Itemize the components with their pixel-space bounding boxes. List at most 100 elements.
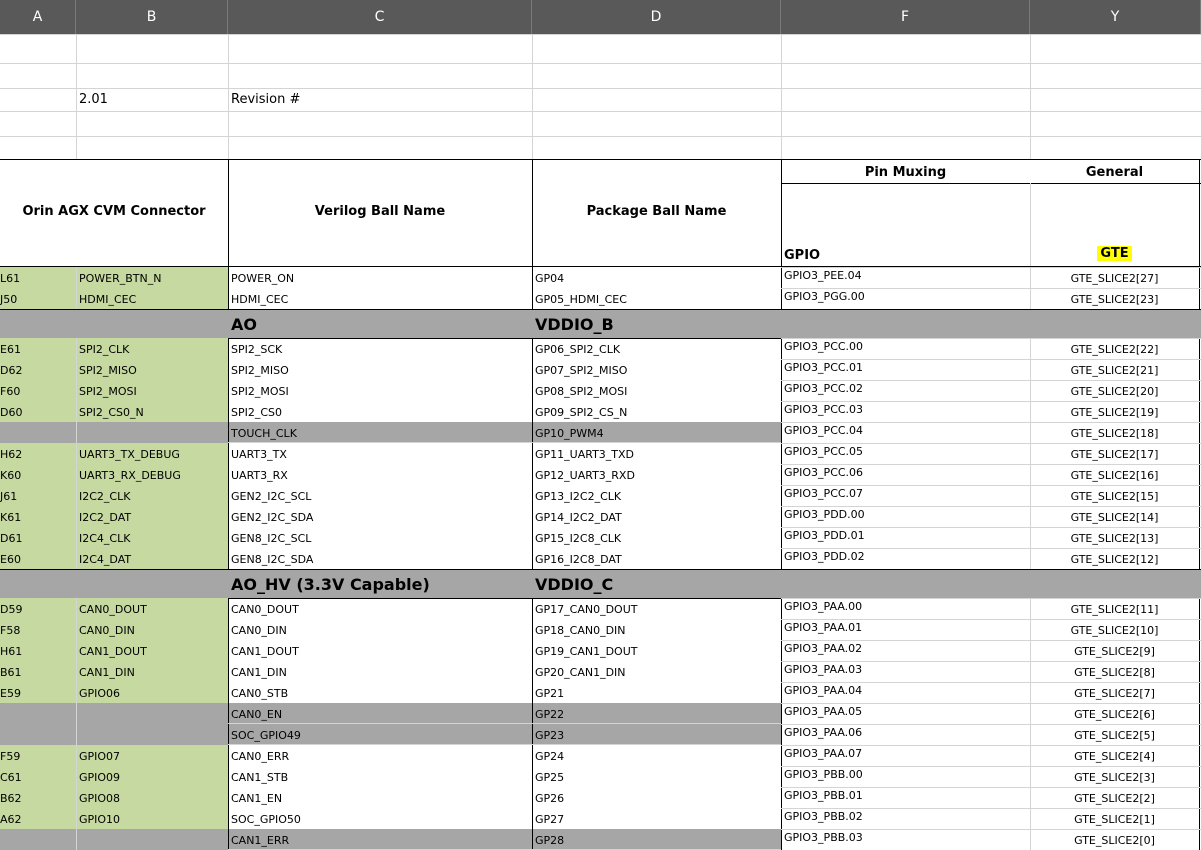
revision-value[interactable]: 2.01 — [79, 93, 219, 107]
cell-b[interactable]: GPIO09 — [79, 771, 227, 785]
cell-d[interactable]: GP27 — [535, 813, 780, 827]
cell-d[interactable]: GP14_I2C2_DAT — [535, 511, 780, 525]
cell-f[interactable]: GPIO3_PDD.02 — [784, 550, 1029, 564]
cell-b[interactable]: GPIO07 — [79, 750, 227, 764]
cell-y[interactable]: GTE_SLICE2[20] — [1030, 385, 1199, 399]
cell-y[interactable]: GTE_SLICE2[16] — [1030, 469, 1199, 483]
cell-d[interactable]: GP24 — [535, 750, 780, 764]
header-package[interactable]: Package Ball Name — [532, 205, 781, 219]
cell-y[interactable]: GTE_SLICE2[4] — [1030, 750, 1199, 764]
cell-a[interactable]: D61 — [0, 532, 76, 546]
cell-y[interactable]: GTE_SLICE2[15] — [1030, 490, 1199, 504]
cell-f[interactable]: GPIO3_PDD.00 — [784, 508, 1029, 522]
cell-d[interactable]: GP19_CAN1_DOUT — [535, 645, 780, 659]
cell-c[interactable]: SPI2_MISO — [231, 364, 531, 378]
cell-a[interactable]: A62 — [0, 813, 76, 827]
cell-a[interactable]: K60 — [0, 469, 76, 483]
cell-d[interactable]: GP15_I2C8_CLK — [535, 532, 780, 546]
cell-y[interactable]: GTE_SLICE2[13] — [1030, 532, 1199, 546]
cell-d[interactable]: GP18_CAN0_DIN — [535, 624, 780, 638]
cell-f[interactable]: GPIO3_PAA.00 — [784, 600, 1029, 614]
cell-a[interactable]: J61 — [0, 490, 76, 504]
cell-y[interactable]: GTE_SLICE2[5] — [1030, 729, 1199, 743]
cell-c[interactable]: UART3_RX — [231, 469, 531, 483]
column-header-a[interactable]: A — [0, 0, 76, 34]
cell-b[interactable]: SPI2_CS0_N — [79, 406, 227, 420]
header-gpio[interactable]: GPIO — [784, 249, 884, 263]
cell-d[interactable]: GP28 — [535, 834, 780, 848]
cell-d[interactable]: GP21 — [535, 687, 780, 701]
cell-d[interactable]: GP25 — [535, 771, 780, 785]
cell-y[interactable]: GTE_SLICE2[27] — [1030, 272, 1199, 286]
cell-c[interactable]: CAN0_ERR — [231, 750, 531, 764]
cell-f[interactable]: GPIO3_PCC.07 — [784, 487, 1029, 501]
cell-y[interactable]: GTE_SLICE2[0] — [1030, 834, 1199, 848]
cell-b[interactable]: SPI2_MISO — [79, 364, 227, 378]
cell-b[interactable]: GPIO10 — [79, 813, 227, 827]
cell-f[interactable]: GPIO3_PAA.07 — [784, 747, 1029, 761]
cell-d[interactable]: GP17_CAN0_DOUT — [535, 603, 780, 617]
cell-d[interactable]: GP06_SPI2_CLK — [535, 343, 780, 357]
cell-b[interactable]: SPI2_MOSI — [79, 385, 227, 399]
cell-a[interactable]: K61 — [0, 511, 76, 525]
cell-d[interactable]: GP13_I2C2_CLK — [535, 490, 780, 504]
cell-b[interactable]: I2C4_DAT — [79, 553, 227, 567]
cell-y[interactable]: GTE_SLICE2[2] — [1030, 792, 1199, 806]
header-pin-muxing[interactable]: Pin Muxing — [781, 166, 1030, 180]
cell-f[interactable]: GPIO3_PBB.01 — [784, 789, 1029, 803]
cell-b[interactable]: GPIO06 — [79, 687, 227, 701]
cell-y[interactable]: GTE_SLICE2[23] — [1030, 293, 1199, 307]
cell-a[interactable]: D62 — [0, 364, 76, 378]
cell-f[interactable]: GPIO3_PBB.03 — [784, 831, 1029, 845]
cell-b[interactable]: UART3_TX_DEBUG — [79, 448, 227, 462]
cell-d[interactable]: GP12_UART3_RXD — [535, 469, 780, 483]
cell-d[interactable]: GP20_CAN1_DIN — [535, 666, 780, 680]
cell-b[interactable]: CAN0_DIN — [79, 624, 227, 638]
cell-y[interactable]: GTE_SLICE2[7] — [1030, 687, 1199, 701]
cell-y[interactable]: GTE_SLICE2[17] — [1030, 448, 1199, 462]
cell-f[interactable]: GPIO3_PEE.04 — [784, 269, 1029, 283]
cell-c[interactable]: CAN1_EN — [231, 792, 531, 806]
cell-b[interactable]: SPI2_CLK — [79, 343, 227, 357]
cell-c[interactable]: CAN1_DOUT — [231, 645, 531, 659]
cell-y[interactable]: GTE_SLICE2[8] — [1030, 666, 1199, 680]
cell-c[interactable]: CAN0_DOUT — [231, 603, 531, 617]
cell-a[interactable]: H61 — [0, 645, 76, 659]
cell-b[interactable]: POWER_BTN_N — [79, 272, 227, 286]
cell-b[interactable]: I2C2_DAT — [79, 511, 227, 525]
cell-f[interactable]: GPIO3_PCC.02 — [784, 382, 1029, 396]
cell-f[interactable]: GPIO3_PAA.04 — [784, 684, 1029, 698]
cell-d[interactable]: GP04 — [535, 272, 780, 286]
cell-y[interactable]: GTE_SLICE2[21] — [1030, 364, 1199, 378]
cell-c[interactable]: CAN1_DIN — [231, 666, 531, 680]
cell-c[interactable]: CAN0_STB — [231, 687, 531, 701]
header-gte-cell[interactable]: GTE — [1030, 246, 1199, 261]
cell-f[interactable]: GPIO3_PBB.00 — [784, 768, 1029, 782]
cell-f[interactable]: GPIO3_PCC.01 — [784, 361, 1029, 375]
section-title[interactable]: VDDIO_C — [535, 576, 775, 594]
cell-f[interactable]: GPIO3_PAA.03 — [784, 663, 1029, 677]
cell-f[interactable]: GPIO3_PCC.05 — [784, 445, 1029, 459]
cell-y[interactable]: GTE_SLICE2[19] — [1030, 406, 1199, 420]
cell-y[interactable]: GTE_SLICE2[3] — [1030, 771, 1199, 785]
section-title[interactable]: VDDIO_B — [535, 316, 775, 334]
cell-b[interactable]: HDMI_CEC — [79, 293, 227, 307]
cell-a[interactable]: E61 — [0, 343, 76, 357]
cell-d[interactable]: GP08_SPI2_MOSI — [535, 385, 780, 399]
cell-y[interactable]: GTE_SLICE2[11] — [1030, 603, 1199, 617]
cell-a[interactable]: C61 — [0, 771, 76, 785]
cell-c[interactable]: UART3_TX — [231, 448, 531, 462]
cell-a[interactable]: F60 — [0, 385, 76, 399]
cell-f[interactable]: GPIO3_PCC.04 — [784, 424, 1029, 438]
cell-a[interactable]: J50 — [0, 293, 76, 307]
column-header-f[interactable]: F — [781, 0, 1030, 34]
cell-f[interactable]: GPIO3_PGG.00 — [784, 290, 1029, 304]
cell-f[interactable]: GPIO3_PCC.03 — [784, 403, 1029, 417]
cell-c[interactable]: GEN8_I2C_SDA — [231, 553, 531, 567]
cell-a[interactable]: H62 — [0, 448, 76, 462]
section-title[interactable]: AO_HV (3.3V Capable) — [231, 576, 531, 594]
cell-c[interactable]: TOUCH_CLK — [231, 427, 531, 441]
cell-a[interactable]: F59 — [0, 750, 76, 764]
cell-f[interactable]: GPIO3_PDD.01 — [784, 529, 1029, 543]
cell-c[interactable]: SOC_GPIO50 — [231, 813, 531, 827]
